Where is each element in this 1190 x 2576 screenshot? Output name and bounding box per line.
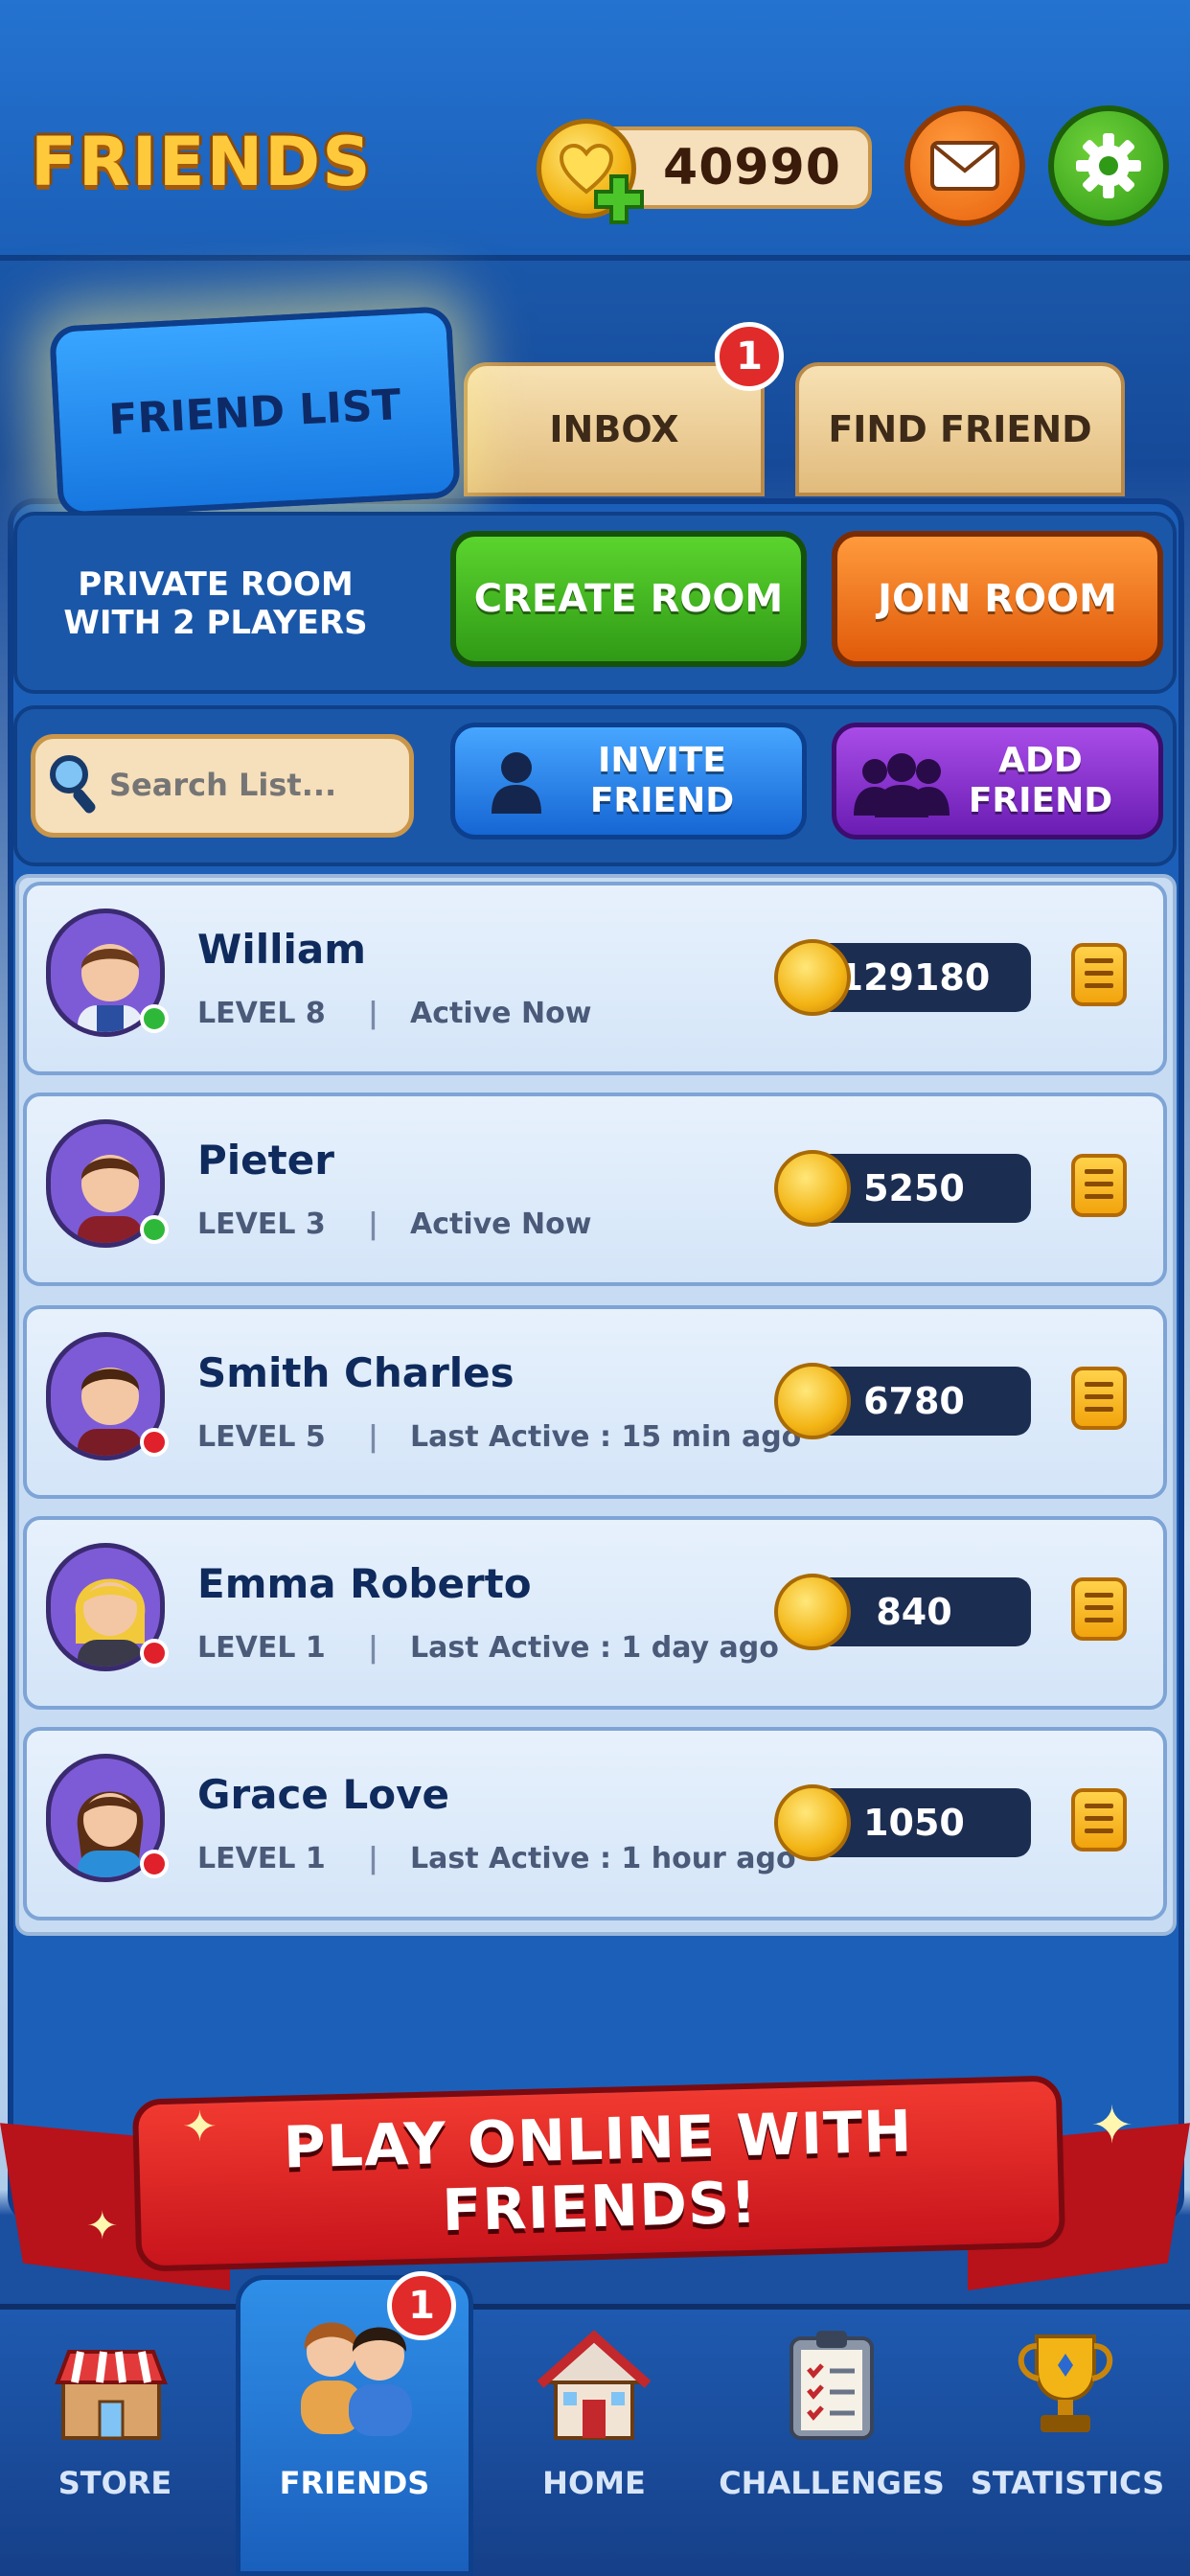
divider: |: [368, 1842, 378, 1875]
coin-balance: 40990: [663, 139, 841, 196]
trophy-icon: [1010, 2331, 1121, 2440]
page-title: FRIENDS: [31, 123, 373, 201]
friend-name: Grace Love: [197, 1771, 450, 1818]
inbox-notification-badge: 1: [715, 322, 784, 391]
heart-coin-icon: [774, 1363, 851, 1439]
person-icon: [492, 752, 541, 814]
friends-notification-badge: 1: [387, 2271, 456, 2340]
friend-status: Active Now: [410, 1208, 592, 1241]
friend-level: LEVEL 1: [197, 1842, 326, 1875]
online-status-dot: [140, 1004, 169, 1033]
friend-level: LEVEL 5: [197, 1420, 326, 1454]
mail-icon: [930, 141, 999, 191]
settings-button[interactable]: [1048, 105, 1169, 226]
heart-coin-icon: [774, 1574, 851, 1650]
join-room-button[interactable]: JOIN ROOM: [832, 531, 1163, 667]
friend-status: Last Active : 1 hour ago: [410, 1842, 796, 1875]
nav-friends-label: FRIENDS: [279, 2465, 430, 2501]
divider: |: [368, 1208, 378, 1241]
menu-button[interactable]: [1071, 1367, 1127, 1430]
search-input[interactable]: [107, 753, 404, 816]
nav-statistics-label: STATISTICS: [970, 2465, 1165, 2501]
sparkle-icon: ✦: [86, 2204, 119, 2248]
add-friend-label: ADD FRIEND: [968, 741, 1113, 820]
sparkle-icon: ✦: [1090, 2095, 1134, 2155]
friend-level: LEVEL 1: [197, 1631, 326, 1665]
sparkle-icon: ✦: [182, 2103, 217, 2151]
invite-friend-label: INVITE FRIEND: [589, 741, 735, 820]
offline-status-dot: [140, 1428, 169, 1457]
mail-button[interactable]: [904, 105, 1025, 226]
add-coins-plus-icon[interactable]: [592, 172, 646, 226]
friend-status: Active Now: [410, 997, 592, 1030]
tab-friend-list[interactable]: FRIEND LIST: [49, 306, 461, 518]
divider: |: [368, 1420, 378, 1454]
tab-find-friend[interactable]: FIND FRIEND: [795, 362, 1125, 496]
nav-challenges-label: CHALLENGES: [719, 2465, 945, 2501]
heart-coin-icon: [774, 1150, 851, 1227]
private-room-label: PRIVATE ROOM WITH 2 PLAYERS: [63, 565, 368, 642]
menu-button[interactable]: [1071, 943, 1127, 1006]
offline-status-dot: [140, 1850, 169, 1878]
create-room-button[interactable]: CREATE ROOM: [450, 531, 807, 667]
invite-friend-button[interactable]: INVITE FRIEND: [450, 723, 807, 840]
friend-level: LEVEL 8: [197, 997, 326, 1030]
heart-coin-icon: [774, 1784, 851, 1861]
offline-status-dot: [140, 1639, 169, 1668]
menu-button[interactable]: [1071, 1154, 1127, 1217]
clipboard-icon: [784, 2327, 880, 2444]
home-icon: [537, 2329, 652, 2444]
tab-inbox[interactable]: INBOX: [464, 362, 765, 496]
nav-store-label: STORE: [57, 2465, 172, 2501]
heart-coin-icon: [774, 939, 851, 1016]
menu-button[interactable]: [1071, 1577, 1127, 1641]
friend-level: LEVEL 3: [197, 1208, 326, 1241]
gear-icon: [1076, 133, 1141, 198]
divider: |: [368, 1631, 378, 1665]
friend-name: Smith Charles: [197, 1349, 515, 1396]
friend-status: Last Active : 1 day ago: [410, 1631, 779, 1665]
friend-status: Last Active : 15 min ago: [410, 1420, 802, 1454]
friend-name: Pieter: [197, 1137, 334, 1184]
nav-home-label: HOME: [542, 2465, 646, 2501]
friend-name: Emma Roberto: [197, 1560, 532, 1607]
store-icon: [54, 2344, 169, 2444]
online-status-dot: [140, 1215, 169, 1244]
play-online-banner: PLAY ONLINE WITH FRIENDS!: [131, 2075, 1066, 2272]
group-icon: [854, 753, 950, 817]
friend-name: William: [197, 926, 367, 973]
menu-button[interactable]: [1071, 1788, 1127, 1852]
search-icon: [46, 751, 103, 818]
divider: |: [368, 997, 378, 1030]
add-friend-button[interactable]: ADD FRIEND: [832, 723, 1163, 840]
